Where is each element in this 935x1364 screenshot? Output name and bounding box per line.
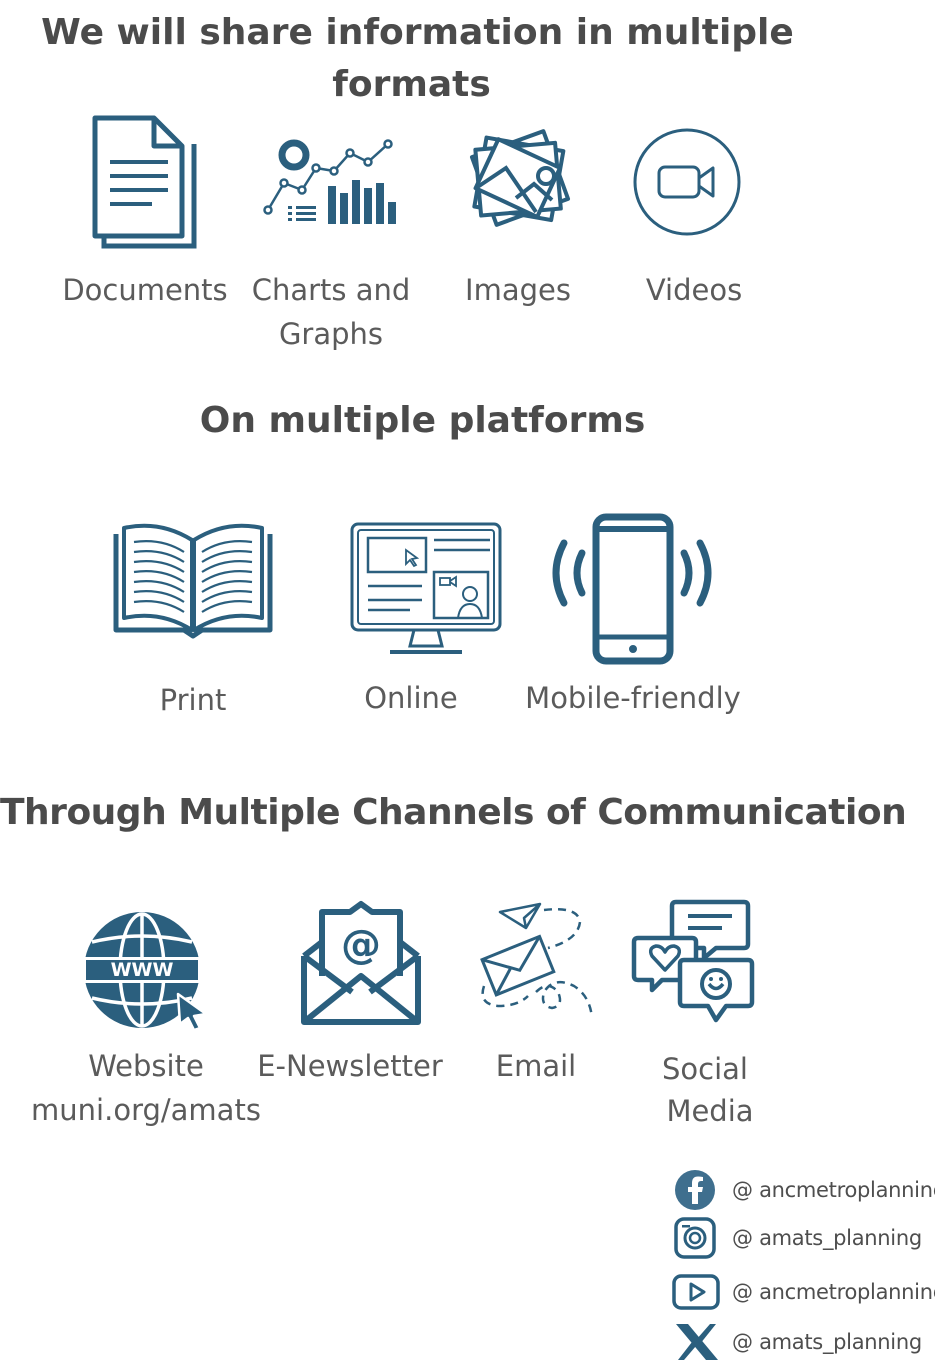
format-label-images: Images [465, 273, 571, 307]
envelope-at-icon: @ [301, 901, 421, 1025]
formats-heading-line1: We will share information in multiple [41, 12, 794, 53]
social-row-youtube[interactable]: @ ancmetroplanning [672, 1270, 935, 1314]
platforms-heading: On multiple platforms [199, 400, 646, 441]
images-icon [469, 129, 571, 227]
format-label-charts-graphs: Charts and Graphs [236, 268, 426, 356]
platform-label-online: Online [364, 681, 458, 715]
format-label-charts-line2: Graphs [278, 317, 384, 351]
facebook-handle[interactable]: @ ancmetroplanning [732, 1178, 935, 1202]
computer-monitor-icon [350, 522, 502, 654]
mobile-phone-icon [552, 513, 712, 665]
open-book-icon [113, 523, 273, 639]
instagram-icon [674, 1217, 716, 1259]
globe-www-icon: WWW [82, 912, 208, 1032]
svg-text:WWW: WWW [111, 959, 174, 981]
platform-label-print: Print [159, 683, 227, 717]
x-handle[interactable]: @ amats_planning [732, 1330, 922, 1354]
channels-heading: Through Multiple Channels of Communicati… [0, 792, 907, 833]
channel-label-website-url[interactable]: muni.org/amats [30, 1088, 262, 1132]
facebook-icon [675, 1170, 715, 1210]
social-row-facebook[interactable]: @ ancmetroplanning [672, 1168, 935, 1212]
channel-label-social-line2: Media [666, 1094, 754, 1128]
youtube-icon [672, 1274, 720, 1310]
channel-label-email: Email [495, 1049, 577, 1083]
document-icon [92, 115, 197, 249]
format-label-videos: Videos [645, 273, 743, 307]
channel-label-social-media: Social Media [640, 1048, 780, 1132]
video-camera-icon [633, 128, 741, 236]
charts-graphs-icon [263, 139, 396, 224]
instagram-handle[interactable]: @ amats_planning [732, 1226, 922, 1250]
channel-label-newsletter: E-Newsletter [257, 1049, 443, 1083]
formats-heading-line2: formats [332, 64, 491, 105]
format-label-charts-line1: Charts and [251, 273, 411, 307]
paper-plane-envelope-icon [480, 902, 594, 1019]
format-label-documents: Documents [62, 273, 228, 307]
social-row-instagram[interactable]: @ amats_planning [672, 1216, 935, 1260]
channel-label-website-line1: Website [88, 1049, 204, 1083]
social-row-x[interactable]: @ amats_planning [672, 1320, 935, 1364]
youtube-handle[interactable]: @ ancmetroplanning [732, 1280, 935, 1304]
channel-label-social-line1: Social [662, 1052, 748, 1086]
platform-label-mobile: Mobile-friendly [525, 681, 741, 715]
x-icon [676, 1324, 718, 1360]
svg-text:@: @ [341, 922, 381, 968]
speech-bubbles-icon [631, 899, 755, 1023]
channel-label-website: Website muni.org/amats [30, 1044, 262, 1132]
